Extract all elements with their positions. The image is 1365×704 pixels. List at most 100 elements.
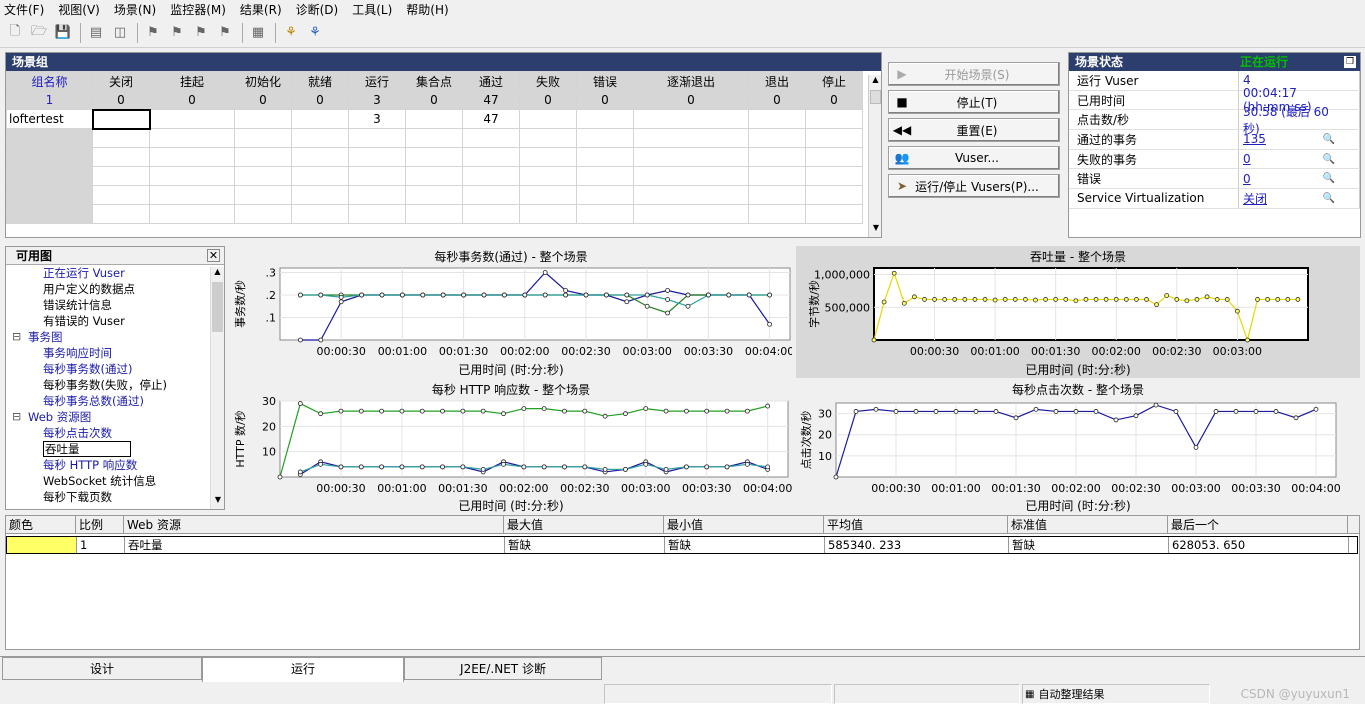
table-cell[interactable]: 3 bbox=[348, 109, 406, 129]
tree-item[interactable]: 每秒事务数(通过) bbox=[6, 361, 224, 377]
table-cell[interactable] bbox=[149, 185, 235, 205]
table-cell[interactable] bbox=[405, 166, 463, 186]
table-cell[interactable] bbox=[748, 185, 806, 205]
table-cell[interactable] bbox=[748, 147, 806, 167]
table-cell[interactable] bbox=[92, 128, 150, 148]
table-cell[interactable] bbox=[149, 147, 235, 167]
table-cell[interactable]: 停止 bbox=[805, 71, 863, 91]
table-cell[interactable]: 0 bbox=[149, 90, 235, 110]
table-cell[interactable] bbox=[291, 109, 349, 129]
tree-item[interactable]: 吞吐量 bbox=[6, 441, 224, 457]
table-cell[interactable]: 初始化 bbox=[234, 71, 292, 91]
table-cell[interactable] bbox=[405, 204, 463, 224]
table-cell[interactable] bbox=[576, 109, 634, 129]
table-cell[interactable]: 0 bbox=[519, 90, 577, 110]
table-cell[interactable] bbox=[234, 147, 292, 167]
table-cell[interactable] bbox=[805, 166, 863, 186]
table-cell[interactable] bbox=[748, 204, 806, 224]
table-cell[interactable]: 47 bbox=[462, 109, 520, 129]
table-cell[interactable]: 0 bbox=[748, 90, 806, 110]
stop-vuser-icon[interactable]: ⚑ bbox=[192, 24, 210, 42]
table-cell[interactable] bbox=[234, 166, 292, 186]
table-cell[interactable] bbox=[519, 185, 577, 205]
new-scenario-icon[interactable]: 🗋 bbox=[6, 24, 24, 42]
table-cell[interactable] bbox=[805, 147, 863, 167]
menu-item-5[interactable]: 诊断(D) bbox=[296, 1, 339, 18]
scroll-up-icon[interactable]: ▲ bbox=[211, 267, 224, 281]
table-cell[interactable] bbox=[6, 147, 93, 167]
table-cell[interactable] bbox=[519, 109, 577, 129]
tree-item[interactable]: 正在运行 Vuser bbox=[6, 265, 224, 281]
table-cell[interactable] bbox=[462, 166, 520, 186]
status-value-text[interactable]: 0 bbox=[1243, 172, 1251, 186]
vusers-button[interactable]: 👥 Vuser... bbox=[888, 146, 1060, 170]
legend-header-cell[interactable]: 最小值 bbox=[664, 516, 824, 533]
table-cell[interactable] bbox=[748, 166, 806, 186]
collapse-icon[interactable]: ⊟ bbox=[12, 409, 21, 425]
reset-vuser-icon[interactable]: ⚑ bbox=[216, 24, 234, 42]
table-cell[interactable]: 1 bbox=[6, 90, 93, 110]
table-cell[interactable] bbox=[234, 109, 292, 129]
collate-icon[interactable]: ▦ bbox=[249, 24, 267, 42]
gradual-vuser-icon[interactable]: ⚑ bbox=[168, 24, 186, 42]
table-cell[interactable] bbox=[576, 128, 634, 148]
table-cell[interactable] bbox=[92, 204, 150, 224]
tree-item[interactable]: ⊟ Web 资源图 bbox=[6, 409, 224, 425]
table-cell[interactable] bbox=[348, 147, 406, 167]
table-cell[interactable] bbox=[462, 185, 520, 205]
table-cell[interactable] bbox=[91, 108, 151, 130]
table-cell[interactable] bbox=[519, 147, 577, 167]
table-cell[interactable]: 组名称 bbox=[6, 71, 93, 91]
auto-collate-status[interactable]: ▦ 自动整理结果 bbox=[1022, 684, 1210, 704]
legend-header-cell[interactable]: 标准值 bbox=[1008, 516, 1168, 533]
status-value[interactable]: 0 🔍 bbox=[1239, 169, 1360, 189]
table-cell[interactable] bbox=[633, 185, 749, 205]
table-cell[interactable] bbox=[576, 185, 634, 205]
table-cell[interactable]: 挂起 bbox=[149, 71, 235, 91]
table-cell[interactable]: 关闭 bbox=[92, 71, 150, 91]
table-cell[interactable] bbox=[348, 166, 406, 186]
menu-item-0[interactable]: 文件(F) bbox=[4, 1, 44, 18]
table-cell[interactable] bbox=[6, 128, 93, 148]
table-cell[interactable] bbox=[234, 204, 292, 224]
tree-item[interactable]: WebSocket 统计信息 bbox=[6, 473, 224, 489]
run-view-icon[interactable]: ◫ bbox=[111, 24, 129, 42]
menu-item-7[interactable]: 帮助(H) bbox=[406, 1, 448, 18]
table-cell[interactable] bbox=[576, 204, 634, 224]
table-cell[interactable] bbox=[6, 166, 93, 186]
table-cell[interactable] bbox=[92, 147, 150, 167]
table-cell[interactable]: 0 bbox=[92, 90, 150, 110]
table-cell[interactable]: 逐渐退出 bbox=[633, 71, 749, 91]
tree-item[interactable]: 有错误的 Vuser bbox=[6, 313, 224, 329]
table-cell[interactable]: 3 bbox=[348, 90, 406, 110]
tab-design[interactable]: 设计 bbox=[2, 657, 202, 680]
scroll-thumb[interactable] bbox=[212, 282, 223, 332]
start-scenario-button[interactable]: ▶ 开始场景(S) bbox=[888, 62, 1060, 86]
table-cell[interactable]: 运行 bbox=[348, 71, 406, 91]
status-value[interactable]: 135 🔍 bbox=[1239, 130, 1360, 149]
tree-item[interactable]: ⊟ 事务图 bbox=[6, 329, 224, 345]
legend-header-cell[interactable]: 平均值 bbox=[824, 516, 1008, 533]
magnifier-icon[interactable]: 🔍 bbox=[1323, 193, 1335, 204]
table-cell[interactable] bbox=[405, 109, 463, 129]
table-cell[interactable] bbox=[348, 204, 406, 224]
table-cell[interactable] bbox=[234, 128, 292, 148]
tree-item[interactable]: 每秒下载页数 bbox=[6, 489, 224, 505]
magnifier-icon[interactable]: 🔍 bbox=[1323, 154, 1335, 165]
table-cell[interactable] bbox=[149, 204, 235, 224]
table-cell[interactable] bbox=[291, 147, 349, 167]
table-cell[interactable]: loftertest bbox=[6, 109, 93, 129]
diagnostics-icon[interactable]: ⚘ bbox=[306, 24, 324, 42]
tree-scrollbar[interactable]: ▲ ▼ bbox=[210, 267, 224, 509]
table-cell[interactable] bbox=[748, 109, 806, 129]
table-cell[interactable] bbox=[92, 185, 150, 205]
menu-item-3[interactable]: 监控器(M) bbox=[170, 1, 226, 18]
table-cell[interactable] bbox=[348, 185, 406, 205]
design-view-icon[interactable]: ▤ bbox=[87, 24, 105, 42]
table-cell[interactable] bbox=[519, 204, 577, 224]
table-cell[interactable] bbox=[805, 204, 863, 224]
table-cell[interactable]: 0 bbox=[234, 90, 292, 110]
run-vuser-icon[interactable]: ⚑ bbox=[144, 24, 162, 42]
table-cell[interactable]: 0 bbox=[405, 90, 463, 110]
graph-throughput[interactable]: 吞吐量 - 整个场景 00:00:30 00:01:00 00:01:30 00:02… bbox=[796, 246, 1360, 378]
